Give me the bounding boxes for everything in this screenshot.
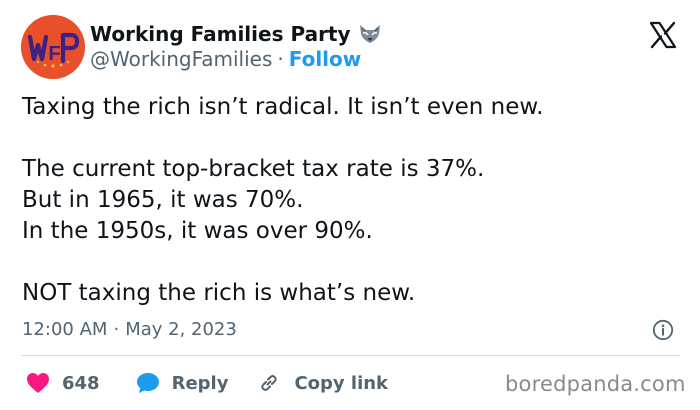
avatar-logo-letter: F	[48, 43, 60, 65]
tweet-line: NOT taxing the rich is what’s new.	[22, 280, 416, 306]
copy-link-button[interactable]: Copy link	[258, 372, 388, 394]
handle-separator: ·	[277, 47, 284, 71]
tweet-line: But in 1965, it was 70%.	[22, 187, 304, 213]
tweet-card: F Working Families Party @WorkingFamilie…	[0, 0, 700, 410]
author-display-name[interactable]: Working Families Party	[90, 21, 351, 47]
copy-link-label: Copy link	[294, 372, 389, 394]
fox-icon	[357, 23, 383, 45]
likes-count: 648	[62, 372, 100, 394]
reply-button[interactable]: Reply	[136, 372, 229, 394]
action-bar: 648 Reply Copy link	[26, 370, 388, 396]
divider	[22, 355, 680, 356]
tweet-time: 12:00 AM	[22, 319, 108, 340]
tweet-line: Taxing the rich isn’t radical. It isn’t …	[22, 94, 544, 120]
tweet-text: Taxing the rich isn’t radical. It isn’t …	[22, 92, 682, 309]
x-logo-icon[interactable]	[648, 20, 678, 50]
link-icon	[261, 375, 278, 391]
tweet-date: May 2, 2023	[125, 319, 237, 340]
author-name-row: Working Families Party	[90, 21, 383, 47]
heart-icon	[27, 373, 49, 393]
author-handle[interactable]: @WorkingFamilies	[90, 46, 272, 72]
follow-button[interactable]: Follow	[289, 46, 362, 72]
watermark: boredpanda.com	[505, 372, 686, 396]
timestamp-separator: ·	[113, 319, 120, 340]
like-button[interactable]: 648	[26, 372, 100, 394]
info-icon[interactable]	[652, 319, 674, 341]
tweet-line: In the 1950s, it was over 90%.	[22, 218, 373, 244]
reply-label: Reply	[171, 372, 229, 394]
tweet-timestamp[interactable]: 12:00 AM · May 2, 2023	[22, 318, 237, 342]
author-handle-row: @WorkingFamilies · Follow	[90, 46, 361, 72]
avatar[interactable]: F	[21, 15, 85, 79]
reply-bubble-icon	[136, 373, 159, 393]
tweet-line: The current top-bracket tax rate is 37%.	[22, 156, 485, 182]
wfp-logo-icon: F	[21, 15, 85, 79]
